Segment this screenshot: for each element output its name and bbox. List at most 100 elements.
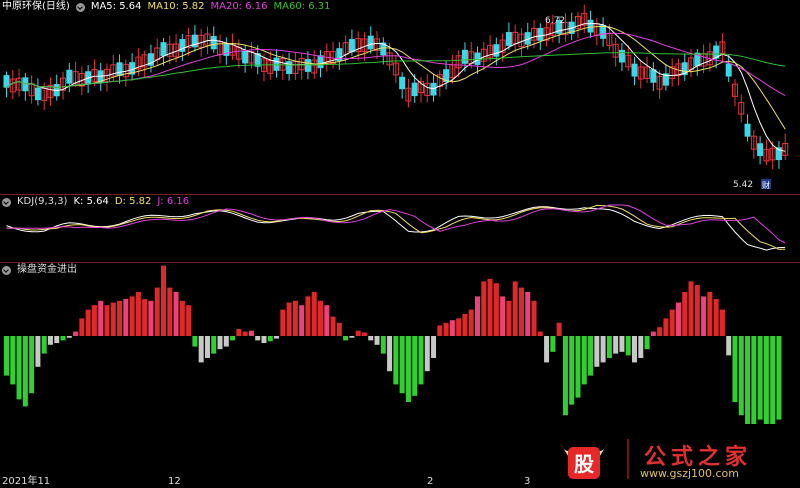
fund-flow-bar: [66, 336, 72, 338]
fund-flow-bar: [531, 300, 537, 336]
fund-flow-bar: [745, 336, 751, 424]
high-price-label: 6.72: [545, 16, 565, 26]
d-label: D: 5.82: [114, 196, 152, 207]
fund-flow-bar: [663, 318, 669, 336]
candle: [286, 61, 293, 74]
settings-icon[interactable]: [2, 265, 11, 275]
fund-flow-bar: [776, 336, 782, 420]
fund-flow-bar: [726, 336, 732, 356]
fund-flow-bar: [518, 287, 524, 336]
fund-flow-bar: [424, 336, 430, 372]
fund-flow-bar: [267, 336, 273, 342]
fund-flow-bar: [91, 305, 97, 336]
fund-flow-bar: [544, 336, 550, 363]
candle: [461, 49, 468, 64]
fund-flow-bar: [361, 332, 367, 336]
fund-flow-bar: [204, 336, 210, 358]
fund-flow-bar: [173, 292, 179, 336]
fund-flow-bar: [600, 336, 606, 363]
fund-flow-bar: [29, 336, 35, 394]
candle: [744, 123, 751, 137]
fund-flow-bar: [349, 336, 355, 338]
fund-flow-bar: [770, 336, 776, 424]
candle: [725, 63, 732, 77]
fund-flow-bar: [713, 299, 719, 336]
fund-flow-bar: [638, 336, 644, 358]
settings-icon[interactable]: [75, 2, 85, 12]
fund-flow-bar: [142, 299, 148, 336]
fund-flow-bar: [449, 320, 455, 336]
candle: [3, 75, 10, 88]
fund-flow-bar: [223, 336, 229, 347]
fund-flow-bar: [562, 336, 568, 416]
fund-flow-bar: [292, 300, 298, 336]
candle: [411, 82, 418, 97]
fund-flow-bar: [135, 292, 141, 336]
fund-flow-bar: [393, 336, 399, 385]
fund-flow-bar: [437, 325, 443, 336]
fund-flow-bar: [318, 300, 323, 336]
price-panel: [3, 4, 789, 170]
fund-flow-bar: [456, 318, 462, 336]
fund-flow-bar: [22, 336, 28, 407]
fund-flow-bar: [305, 296, 311, 336]
fund-flow-bar: [110, 302, 116, 336]
fund-flow-bar: [286, 302, 292, 336]
fund-flow-bar: [16, 336, 22, 400]
fund-flow-bar: [613, 336, 619, 354]
kdj-title: KDJ(9,3,3): [17, 196, 68, 207]
candle: [273, 57, 280, 71]
fund-flow-bar: [475, 296, 480, 336]
fund-flow-bar: [330, 316, 336, 336]
fund-flow-bar: [104, 305, 110, 336]
earnings-tag: 财: [762, 180, 770, 190]
price-header: 中原环保(日线) MA5: 5.64 MA10: 5.82 MA20: 6.16…: [2, 0, 331, 14]
fund-flow-bar: [4, 336, 9, 376]
ma60-label: MA60: 6.31: [273, 1, 331, 12]
fund-flow-panel: [4, 265, 782, 424]
x-label-feb: 2: [427, 476, 434, 487]
settings-icon[interactable]: [2, 197, 11, 207]
fund-flow-bar: [738, 336, 744, 416]
fund-flow-bar: [644, 336, 650, 350]
x-label-nov: 2021年11: [2, 476, 51, 487]
fund-flow-bar: [274, 336, 280, 339]
fund-flow-bar: [556, 322, 562, 336]
fund-flow-bar: [506, 300, 512, 336]
watermark: 股 公式之家 www.gszj100.com: [556, 437, 796, 481]
fund-flow-bar: [280, 309, 286, 336]
fund-flow-bar: [443, 322, 449, 336]
fund-flow-bar: [757, 336, 763, 420]
fund-flow-bar: [54, 336, 60, 344]
fund-flow-bar: [481, 281, 487, 336]
candle: [757, 143, 764, 156]
fund-flow-bar: [217, 336, 223, 350]
stock-chart-canvas[interactable]: 6.72 5.42 财: [0, 0, 800, 488]
fund-flow-bar: [751, 336, 757, 424]
fund-flow-bar: [619, 336, 625, 352]
fund-flow-bar: [632, 336, 637, 363]
fund-flow-bar: [625, 336, 631, 356]
fund-flow-bar: [512, 281, 518, 336]
fund-flow-bar: [179, 300, 185, 336]
candle: [537, 27, 544, 41]
candle: [618, 49, 625, 63]
candle: [367, 35, 374, 50]
fund-flow-bar: [324, 305, 330, 336]
fund-flow-bar: [336, 322, 342, 336]
candle: [600, 24, 607, 39]
candle: [631, 63, 638, 77]
fund-flow-bar: [148, 300, 154, 336]
fund-flow-bar: [569, 336, 575, 405]
fund-flow-bar: [701, 296, 707, 336]
fund-flow-bar: [669, 309, 675, 336]
divider-mark: [627, 439, 629, 479]
fund-flow-bar: [525, 292, 531, 336]
fund-flow-bar: [73, 331, 79, 336]
candle: [317, 55, 324, 69]
fund-flow-bar: [399, 336, 405, 394]
candle: [242, 50, 249, 64]
fund-flow-bar: [487, 278, 493, 336]
fund-flow-bar: [462, 314, 468, 336]
fund-flow-bar: [537, 331, 543, 336]
